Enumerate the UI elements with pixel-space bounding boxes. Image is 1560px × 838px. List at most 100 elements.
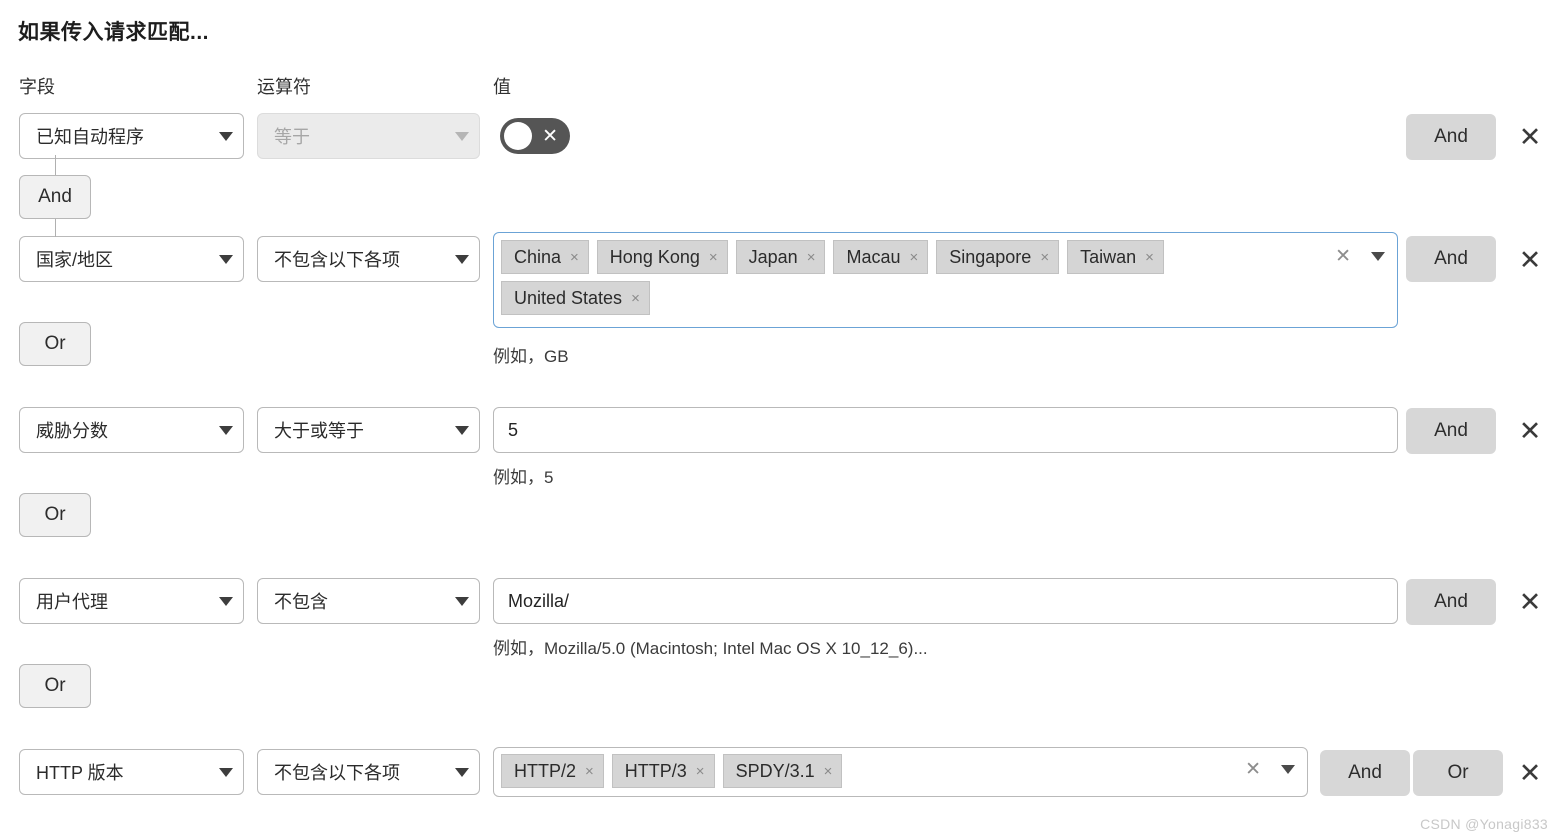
connector-or-button-3[interactable]: Or [19, 493, 91, 537]
row-delete-button-2[interactable]: ✕ [1513, 243, 1547, 277]
value-hint-2: 例如，GB [493, 347, 569, 366]
clear-icon[interactable]: ✕ [1245, 760, 1261, 779]
watermark: CSDN @Yonagi833 [1420, 816, 1548, 832]
value-input-3[interactable]: 5 [493, 407, 1398, 453]
value-tag-label: SPDY/3.1 [735, 760, 815, 781]
operator-select-3-value: 大于或等于 [274, 421, 364, 441]
field-select-2-value: 国家/地区 [36, 250, 114, 270]
field-select-3-value: 威胁分数 [36, 421, 108, 441]
value-tag[interactable]: Singapore × [936, 240, 1060, 274]
value-toggle-1[interactable]: ✕ [500, 118, 570, 154]
operator-select-2[interactable]: 不包含以下各项 [257, 236, 480, 282]
operator-select-2-value: 不包含以下各项 [274, 250, 400, 270]
value-multiselect-2[interactable]: China × Hong Kong × Japan × Macau × Singapore × Ta… [493, 232, 1398, 328]
value-tag-label: Singapore [949, 246, 1032, 267]
connector-1: And [19, 155, 91, 237]
clear-icon[interactable]: ✕ [1335, 247, 1351, 266]
value-tag[interactable]: Taiwan × [1067, 240, 1164, 274]
row-delete-button-3[interactable]: ✕ [1513, 414, 1547, 448]
row-and-button-2[interactable]: And [1406, 236, 1496, 282]
value-hint-4: 例如，Mozilla/5.0 (Macintosh; Intel Mac OS … [493, 639, 928, 658]
connector-and-button-1[interactable]: And [19, 175, 91, 219]
field-select-4[interactable]: 用户代理 [19, 578, 244, 624]
chevron-down-icon [219, 131, 233, 141]
value-tag-label: China [514, 246, 562, 267]
row-and-button-3[interactable]: And [1406, 408, 1496, 454]
field-select-2[interactable]: 国家/地区 [19, 236, 244, 282]
value-tag[interactable]: China × [501, 240, 589, 274]
tag-remove-icon[interactable]: × [696, 764, 705, 779]
tag-remove-icon[interactable]: × [909, 250, 918, 265]
connector-4: Or [19, 664, 91, 708]
operator-select-1-value: 等于 [274, 127, 310, 147]
value-tag-label: HTTP/3 [624, 760, 687, 781]
row-delete-button-4[interactable]: ✕ [1513, 585, 1547, 619]
connector-2: Or [19, 322, 91, 366]
page-title: 如果传入请求匹配... [18, 21, 210, 44]
operator-select-3[interactable]: 大于或等于 [257, 407, 480, 453]
value-tag[interactable]: United States × [501, 281, 650, 315]
field-select-3[interactable]: 威胁分数 [19, 407, 244, 453]
value-tag-label: HTTP/2 [514, 760, 577, 781]
value-tag[interactable]: HTTP/2 × [501, 754, 604, 788]
multiselect-actions-2: ✕ [1335, 247, 1385, 266]
chevron-down-icon [455, 425, 469, 435]
chevron-down-icon [219, 425, 233, 435]
value-tag-label: United States [514, 287, 623, 308]
tag-remove-icon[interactable]: × [570, 250, 579, 265]
row-delete-button-1[interactable]: ✕ [1513, 120, 1547, 154]
chevron-down-icon [455, 131, 469, 141]
field-select-1-value: 已知自动程序 [36, 127, 144, 147]
value-hint-3: 例如，5 [493, 468, 554, 487]
field-select-4-value: 用户代理 [36, 592, 108, 612]
field-select-5[interactable]: HTTP 版本 [19, 749, 244, 795]
chevron-down-icon [455, 596, 469, 606]
connector-or-button-4[interactable]: Or [19, 664, 91, 708]
operator-select-5-value: 不包含以下各项 [274, 763, 400, 783]
connector-or-button-2[interactable]: Or [19, 322, 91, 366]
tag-remove-icon[interactable]: × [585, 764, 594, 779]
operator-select-4-value: 不包含 [274, 592, 328, 612]
chevron-down-icon[interactable] [1281, 765, 1295, 774]
chevron-down-icon [455, 767, 469, 777]
column-header-value: 值 [493, 77, 511, 97]
value-tag[interactable]: Japan × [735, 240, 826, 274]
operator-select-4[interactable]: 不包含 [257, 578, 480, 624]
connector-3: Or [19, 493, 91, 537]
close-icon: ✕ [542, 124, 558, 147]
row-delete-button-5[interactable]: ✕ [1513, 756, 1547, 790]
tag-remove-icon[interactable]: × [631, 291, 640, 306]
value-tag[interactable]: HTTP/3 × [611, 754, 715, 788]
field-select-5-value: HTTP 版本 [36, 763, 124, 783]
tag-remove-icon[interactable]: × [807, 250, 816, 265]
multiselect-actions-5: ✕ [1245, 760, 1295, 779]
chevron-down-icon[interactable] [1371, 252, 1385, 261]
chevron-down-icon [219, 254, 233, 264]
value-multiselect-5[interactable]: HTTP/2 × HTTP/3 × SPDY/3.1 × ✕ [493, 747, 1308, 797]
value-tag-label: Taiwan [1080, 246, 1137, 267]
row-and-button-4[interactable]: And [1406, 579, 1496, 625]
value-tag-label: Hong Kong [609, 246, 700, 267]
value-tag[interactable]: Hong Kong × [596, 240, 728, 274]
operator-select-1: 等于 [257, 113, 480, 159]
value-tag[interactable]: Macau × [833, 240, 929, 274]
row-and-button-1[interactable]: And [1406, 114, 1496, 160]
connector-line-top [55, 155, 56, 175]
value-tag-label: Japan [748, 246, 798, 267]
chevron-down-icon [219, 767, 233, 777]
column-header-field: 字段 [19, 77, 55, 97]
tag-remove-icon[interactable]: × [824, 764, 833, 779]
tag-remove-icon[interactable]: × [1145, 250, 1154, 265]
toggle-knob [504, 122, 532, 150]
field-select-1[interactable]: 已知自动程序 [19, 113, 244, 159]
chevron-down-icon [219, 596, 233, 606]
value-input-4[interactable]: Mozilla/ [493, 578, 1398, 624]
row-or-button-5[interactable]: Or [1413, 750, 1503, 796]
operator-select-5[interactable]: 不包含以下各项 [257, 749, 480, 795]
tag-remove-icon[interactable]: × [709, 250, 718, 265]
value-tag-label: Macau [846, 246, 901, 267]
rule-builder-page: 如果传入请求匹配... 字段 运算符 值 已知自动程序 等于 ✕ And ✕ A… [0, 0, 1560, 838]
row-and-button-5[interactable]: And [1320, 750, 1410, 796]
tag-remove-icon[interactable]: × [1040, 250, 1049, 265]
value-tag[interactable]: SPDY/3.1 × [722, 754, 843, 788]
